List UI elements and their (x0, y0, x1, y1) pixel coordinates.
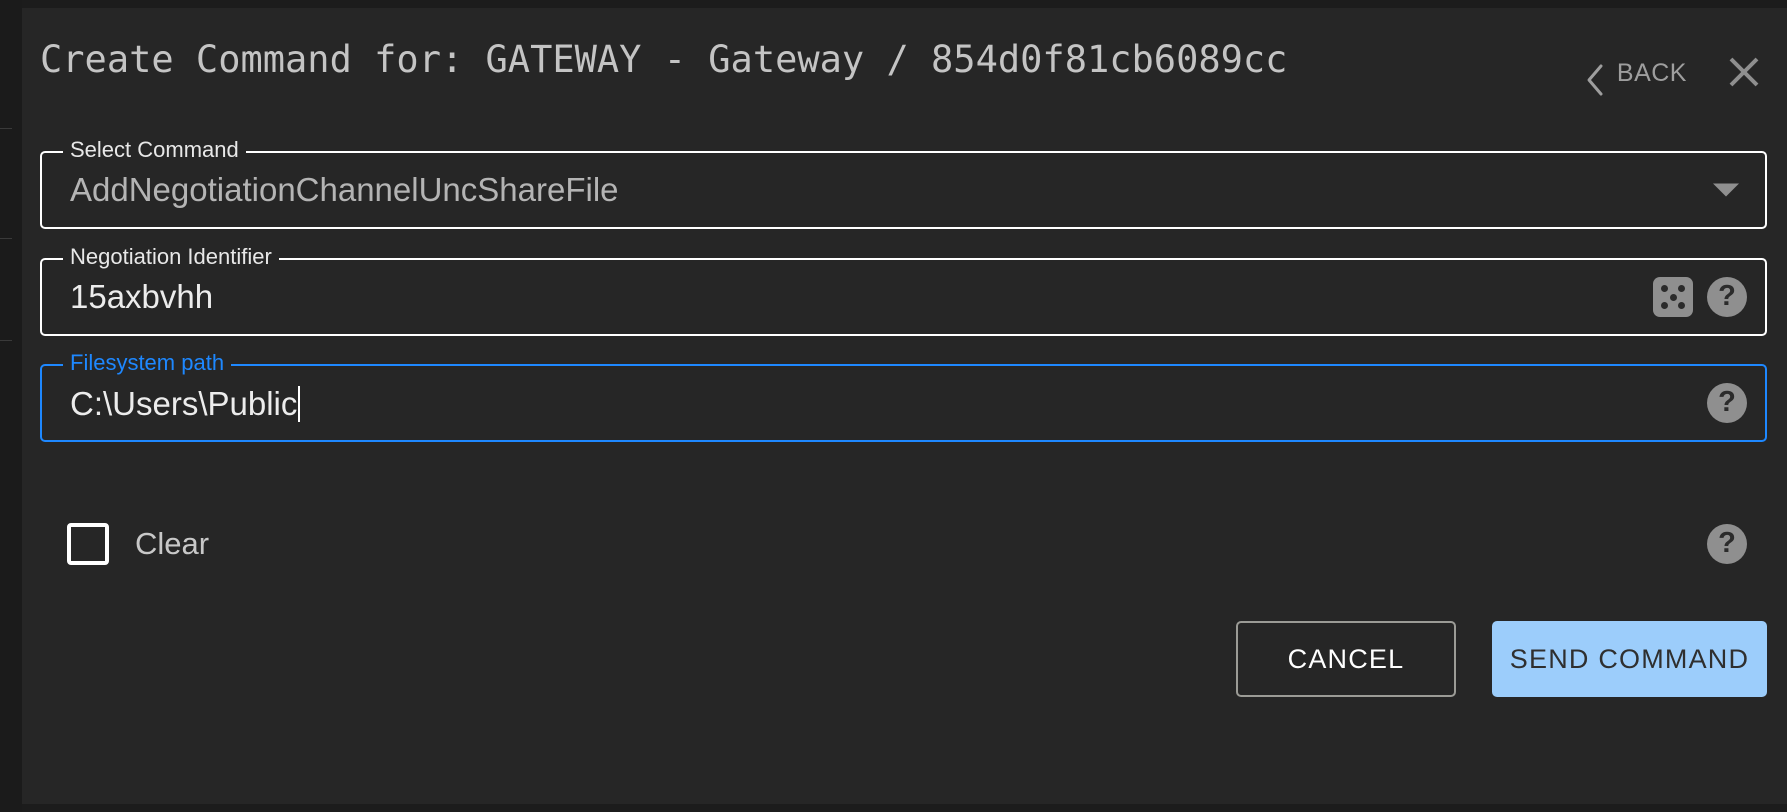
filesystem-path-label: Filesystem path (63, 349, 232, 377)
dialog-actions: CANCEL SEND COMMAND (1236, 621, 1767, 697)
select-command-label: Select Command (63, 136, 246, 164)
backdrop-left-strip (0, 0, 22, 812)
send-command-button[interactable]: SEND COMMAND (1492, 621, 1767, 697)
back-button-label: BACK (1616, 58, 1687, 87)
help-icon[interactable]: ? (1707, 277, 1747, 317)
cancel-button[interactable]: CANCEL (1236, 621, 1456, 697)
help-icon[interactable]: ? (1707, 524, 1747, 564)
field-outline (40, 258, 1767, 336)
negotiation-identifier-field[interactable]: Negotiation Identifier 15axbvhh ? (40, 243, 1767, 336)
filesystem-path-value-wrap[interactable]: C:\Users\Public (70, 385, 301, 422)
select-command-value: AddNegotiationChannelUncShareFile (70, 171, 619, 208)
back-button[interactable]: BACK (1579, 55, 1693, 96)
negotiation-identifier-label: Negotiation Identifier (63, 243, 279, 271)
close-icon (1724, 52, 1764, 95)
create-command-dialog: Create Command for: GATEWAY - Gateway / … (22, 8, 1787, 804)
dialog-header: Create Command for: GATEWAY - Gateway / … (22, 8, 1787, 126)
negotiation-identifier-adornments: ? (1653, 277, 1747, 317)
negotiation-identifier-value[interactable]: 15axbvhh (70, 280, 213, 313)
dice-icon[interactable] (1653, 277, 1693, 317)
close-button[interactable] (1721, 50, 1767, 96)
filesystem-path-value: C:\Users\Public (70, 385, 298, 422)
filesystem-path-field[interactable]: Filesystem path C:\Users\Public ? (40, 349, 1767, 442)
chevron-down-icon[interactable] (1713, 183, 1739, 197)
clear-checkbox[interactable] (67, 523, 109, 565)
header-actions: BACK (1579, 50, 1767, 96)
clear-option-row: Clear ? (40, 513, 1767, 575)
app-root: Create Command for: GATEWAY - Gateway / … (0, 0, 1787, 812)
select-command-field[interactable]: Select Command AddNegotiationChannelUncS… (40, 136, 1767, 229)
clear-checkbox-label: Clear (135, 526, 210, 561)
chevron-left-icon (1585, 63, 1605, 96)
dialog-title: Create Command for: GATEWAY - Gateway / … (40, 38, 1288, 81)
filesystem-path-adornments: ? (1707, 383, 1747, 423)
help-icon[interactable]: ? (1707, 383, 1747, 423)
text-caret (298, 386, 301, 422)
